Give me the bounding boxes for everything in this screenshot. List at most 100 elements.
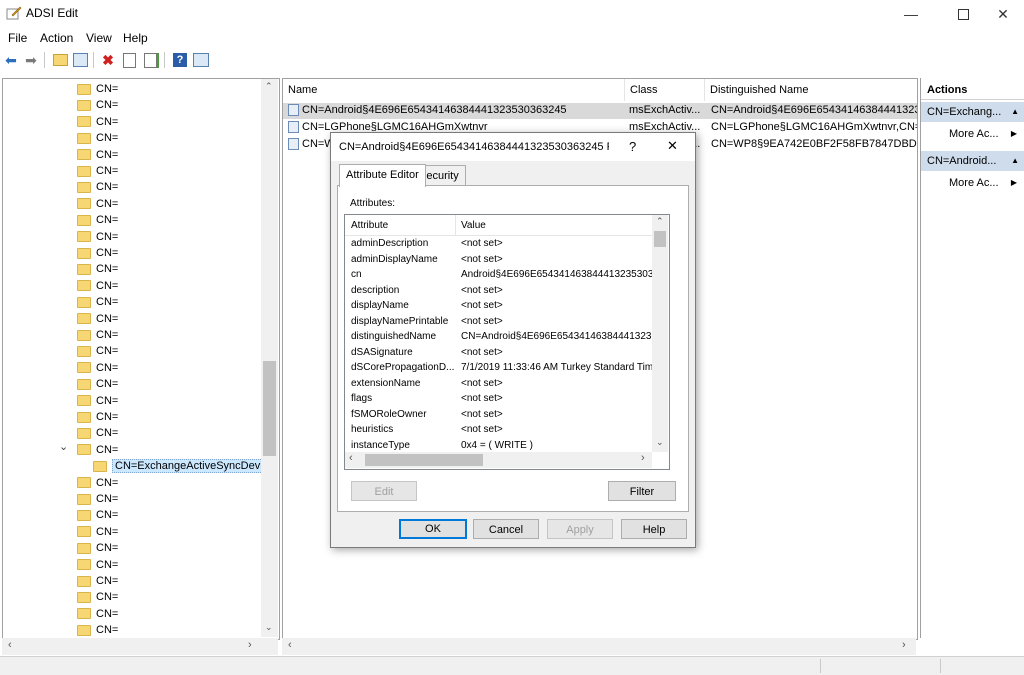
help-icon[interactable]: ?: [171, 51, 189, 69]
action-pane-icon[interactable]: [192, 51, 210, 69]
scroll-up-icon[interactable]: ⌃: [265, 81, 273, 92]
scroll-right-icon[interactable]: ›: [902, 639, 906, 651]
scroll-left-icon[interactable]: ‹: [8, 639, 12, 651]
back-arrow-icon[interactable]: ⬅: [2, 51, 20, 69]
attribute-row[interactable]: description <not set>: [345, 284, 653, 300]
up-folder-icon[interactable]: [51, 51, 69, 69]
tree-item[interactable]: CN=: [77, 327, 118, 343]
scroll-down-icon[interactable]: ⌄: [656, 437, 664, 448]
tree-item[interactable]: CN=: [77, 622, 118, 638]
tree-item[interactable]: CN=: [77, 147, 118, 163]
menu-help[interactable]: Help: [123, 31, 148, 45]
tree-item[interactable]: ⌄ CN=: [59, 441, 118, 458]
tree-item[interactable]: CN=: [77, 573, 118, 589]
tree-item[interactable]: CN=: [77, 81, 118, 97]
scroll-up-icon[interactable]: ⌃: [656, 216, 664, 227]
delete-icon[interactable]: ✖: [99, 51, 117, 69]
attributes-table[interactable]: Attribute Value adminDescription <not set…: [344, 214, 670, 470]
close-window-button[interactable]: ✕: [980, 0, 1024, 28]
attribute-row[interactable]: fSMORoleOwner <not set>: [345, 408, 653, 424]
tree-item[interactable]: CN=: [77, 540, 118, 556]
tree-item[interactable]: CN=: [77, 261, 118, 277]
tree-item[interactable]: CN=: [77, 425, 118, 441]
attribute-row[interactable]: distinguishedName CN=Android§4E696E654341…: [345, 330, 653, 346]
attribute-row[interactable]: flags <not set>: [345, 392, 653, 408]
attributes-vertical-scrollbar[interactable]: ⌃ ⌄: [652, 215, 668, 452]
tree-item[interactable]: CN=: [77, 360, 118, 376]
cancel-button[interactable]: Cancel: [473, 519, 539, 539]
tree-item[interactable]: CN=: [77, 311, 118, 327]
filter-button[interactable]: Filter: [608, 481, 676, 501]
scroll-down-icon[interactable]: ⌄: [265, 622, 273, 633]
tree-item[interactable]: CN=: [77, 130, 118, 146]
more-actions-android[interactable]: More Ac... ▶: [921, 173, 1024, 193]
column-header-distinguished-name[interactable]: Distinguished Name: [705, 79, 917, 101]
tree-item[interactable]: CN=: [77, 212, 118, 228]
minimize-button[interactable]: —: [888, 0, 934, 28]
list-horizontal-scrollbar[interactable]: ‹ ›: [282, 638, 916, 655]
tree-item[interactable]: CN=: [77, 343, 118, 359]
tree-item[interactable]: CN=: [77, 491, 118, 507]
tree-item[interactable]: CN=: [77, 393, 118, 409]
attribute-row[interactable]: extensionName <not set>: [345, 377, 653, 393]
tree-item[interactable]: CN=: [77, 376, 118, 392]
attributes-scroll-thumb[interactable]: [654, 231, 666, 247]
attribute-row[interactable]: dSCorePropagationD... 7/1/2019 11:33:46 A…: [345, 361, 653, 377]
attribute-row[interactable]: displayName <not set>: [345, 299, 653, 315]
tree-item[interactable]: CN=: [77, 606, 118, 622]
tree-item[interactable]: CN=: [77, 114, 118, 130]
tree-item[interactable]: CN=: [77, 179, 118, 195]
actions-section-exchange[interactable]: CN=Exchang... ▲: [921, 102, 1024, 122]
menu-view[interactable]: View: [86, 31, 112, 45]
edit-button[interactable]: Edit: [351, 481, 417, 501]
attribute-row[interactable]: heuristics <not set>: [345, 423, 653, 439]
tab-attribute-editor[interactable]: Attribute Editor: [339, 164, 426, 187]
menu-file[interactable]: File: [8, 31, 27, 45]
attribute-row[interactable]: dSASignature <not set>: [345, 346, 653, 362]
tree-item[interactable]: CN=: [77, 409, 118, 425]
export-list-icon[interactable]: [141, 51, 159, 69]
tree-item[interactable]: CN=: [77, 557, 118, 573]
ok-button[interactable]: OK: [399, 519, 467, 539]
tree-item[interactable]: CN=: [77, 294, 118, 310]
more-actions-exchange[interactable]: More Ac... ▶: [921, 124, 1024, 144]
tree-item[interactable]: CN=: [77, 163, 118, 179]
actions-section-android[interactable]: CN=Android... ▲: [921, 151, 1024, 171]
tree-horizontal-scrollbar[interactable]: ‹ ›: [2, 638, 278, 655]
list-row[interactable]: CN=Android§4E696E65434146384441323530363…: [283, 103, 917, 119]
dialog-help-button[interactable]: ?: [629, 139, 636, 154]
tree-item[interactable]: CN=: [77, 97, 118, 113]
attributes-hscroll-thumb[interactable]: [365, 454, 483, 466]
tree-item[interactable]: CN=: [77, 589, 118, 605]
attributes-horizontal-scrollbar[interactable]: ‹ ›: [345, 452, 652, 468]
column-header-value[interactable]: Value: [461, 220, 486, 231]
attribute-row[interactable]: adminDescription <not set>: [345, 237, 653, 253]
column-header-name[interactable]: Name: [283, 79, 625, 101]
expand-chevron-icon[interactable]: ⌄: [59, 440, 68, 453]
tree-item[interactable]: CN=: [77, 245, 118, 261]
tree-item[interactable]: CN=: [77, 507, 118, 523]
tree-item[interactable]: CN=: [77, 229, 118, 245]
attribute-row[interactable]: adminDisplayName <not set>: [345, 253, 653, 269]
properties-icon[interactable]: [120, 51, 138, 69]
tree-pane[interactable]: CN= CN= CN= CN= CN= CN= CN= CN= CN= CN= CN= CN= CN= C…: [2, 78, 280, 640]
attribute-row[interactable]: displayNamePrintable <not set>: [345, 315, 653, 331]
attribute-row[interactable]: cn Android§4E696E6543414638444132353036: [345, 268, 653, 284]
menu-action[interactable]: Action: [40, 31, 73, 45]
dialog-close-button[interactable]: ✕: [667, 138, 678, 154]
help-button[interactable]: Help: [621, 519, 687, 539]
column-header-class[interactable]: Class: [625, 79, 705, 101]
column-header-attribute[interactable]: Attribute: [351, 220, 388, 231]
forward-arrow-icon[interactable]: ➡: [22, 51, 40, 69]
scroll-right-icon[interactable]: ›: [248, 639, 252, 651]
tree-item[interactable]: CN=: [77, 196, 118, 212]
tree-item-selected[interactable]: CN=ExchangeActiveSyncDevic: [93, 458, 272, 474]
tree-item[interactable]: CN=: [77, 278, 118, 294]
apply-button[interactable]: Apply: [547, 519, 613, 539]
tree-item[interactable]: CN=: [77, 524, 118, 540]
tree-scroll-thumb[interactable]: [263, 361, 276, 456]
show-hide-tree-icon[interactable]: [71, 51, 89, 69]
scroll-right-icon[interactable]: ›: [641, 452, 645, 464]
tree-item[interactable]: CN=: [77, 475, 118, 491]
scroll-left-icon[interactable]: ‹: [288, 639, 292, 651]
